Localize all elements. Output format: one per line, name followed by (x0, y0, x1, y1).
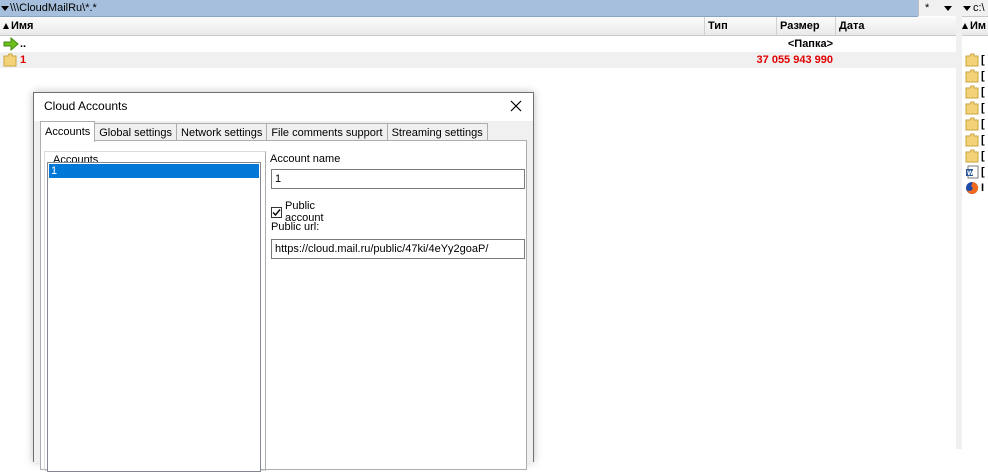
left-path-text: \\\CloudMailRu\*.* (10, 2, 97, 14)
list-item-text: [ (981, 102, 985, 114)
list-item[interactable]: [ (962, 148, 988, 164)
list-item-text: [ (981, 166, 985, 178)
accounts-tab-page: Accounts 1 Account name Public account P… (40, 140, 527, 472)
list-item[interactable]: [ (962, 132, 988, 148)
chevron-down-icon (963, 5, 971, 11)
folder-icon (965, 133, 979, 147)
file-info: 37 055 943 990 (756, 54, 833, 66)
column-date-label: Дата (839, 20, 865, 32)
tab-strip: Accounts Global settings Network setting… (40, 121, 488, 142)
list-item[interactable]: [ (962, 52, 988, 68)
list-item-text: [ (981, 54, 985, 66)
dialog-title-bar[interactable]: Cloud Accounts (34, 93, 533, 121)
list-item[interactable]: W [ (962, 164, 988, 180)
list-item-text: [ (981, 150, 985, 162)
file-row-folder-1[interactable]: 1 37 055 943 990 (0, 52, 956, 68)
accounts-listbox[interactable]: 1 (47, 162, 261, 472)
tab-global-settings[interactable]: Global settings (94, 123, 178, 141)
right-column-name-label: Им (970, 20, 987, 32)
dialog-title: Cloud Accounts (44, 99, 128, 113)
right-path-text: c:\ (973, 2, 985, 14)
folder-icon (965, 101, 979, 115)
list-item-text: I (981, 182, 985, 194)
list-item-text: [ (981, 134, 985, 146)
file-row-parent-dir[interactable]: .. <Папка> (0, 36, 956, 52)
sort-ascending-icon (3, 23, 9, 29)
close-button[interactable] (501, 93, 531, 119)
column-header-date[interactable]: Дата (836, 17, 956, 35)
right-path-bar[interactable]: c:\ (962, 0, 988, 17)
account-list-item[interactable]: 1 (49, 164, 259, 178)
chevron-down-icon (1, 5, 9, 11)
chevron-down-icon (944, 5, 952, 11)
list-item[interactable]: I (962, 180, 988, 196)
column-header-row: Имя Тип Размер Дата (0, 17, 956, 36)
column-header-name[interactable]: Имя (0, 17, 705, 35)
right-file-panel: c:\ Им [ [ [ [ [ [ [ W [ I (962, 0, 988, 449)
tab-streaming-settings[interactable]: Streaming settings (386, 123, 488, 141)
account-name-label: Account name (270, 153, 341, 165)
tab-accounts[interactable]: Accounts (40, 121, 96, 142)
close-icon (510, 100, 522, 112)
folder-icon (965, 117, 979, 131)
left-path-bar[interactable]: \\\CloudMailRu\*.* (0, 0, 918, 17)
list-item-text: [ (981, 118, 985, 130)
list-item[interactable]: [ (962, 68, 988, 84)
filter-text: * (925, 2, 930, 14)
list-item[interactable]: [ (962, 100, 988, 116)
folder-icon (965, 69, 979, 83)
file-info: <Папка> (787, 38, 833, 50)
column-header-type[interactable]: Тип (705, 17, 777, 35)
public-url-label: Public url: (271, 221, 320, 233)
list-item[interactable]: [ (962, 84, 988, 100)
right-column-header-name[interactable]: Им (962, 17, 988, 36)
firefox-icon (965, 181, 979, 195)
cloud-accounts-dialog: Cloud Accounts Accounts Global settings … (33, 92, 534, 472)
file-name: 1 (20, 54, 27, 66)
folder-icon (965, 149, 979, 163)
column-type-label: Тип (708, 20, 728, 32)
folder-icon (965, 53, 979, 67)
green-arrow-icon (3, 37, 19, 51)
checkmark-icon (272, 208, 281, 216)
public-account-checkbox[interactable] (271, 206, 282, 218)
tab-network-settings[interactable]: Network settings (176, 123, 268, 141)
filter-dropdown[interactable]: * (918, 0, 956, 16)
folder-icon (3, 53, 17, 67)
file-name: .. (20, 38, 27, 50)
path-history-dropdown[interactable] (0, 0, 10, 16)
public-url-input[interactable] (271, 239, 525, 259)
folder-icon (965, 85, 979, 99)
column-size-label: Размер (780, 20, 820, 32)
account-name-input[interactable] (271, 169, 525, 189)
list-item-text: [ (981, 86, 985, 98)
sort-ascending-icon (962, 23, 968, 29)
list-item-text: [ (981, 70, 985, 82)
tab-file-comments-support[interactable]: File comments support (266, 123, 388, 141)
dialog-body: Accounts Global settings Network setting… (34, 121, 533, 472)
column-header-size[interactable]: Размер (777, 17, 836, 35)
list-item[interactable]: [ (962, 116, 988, 132)
word-doc-icon: W (965, 165, 979, 179)
svg-text:W: W (967, 170, 974, 177)
column-name-label: Имя (11, 20, 34, 32)
